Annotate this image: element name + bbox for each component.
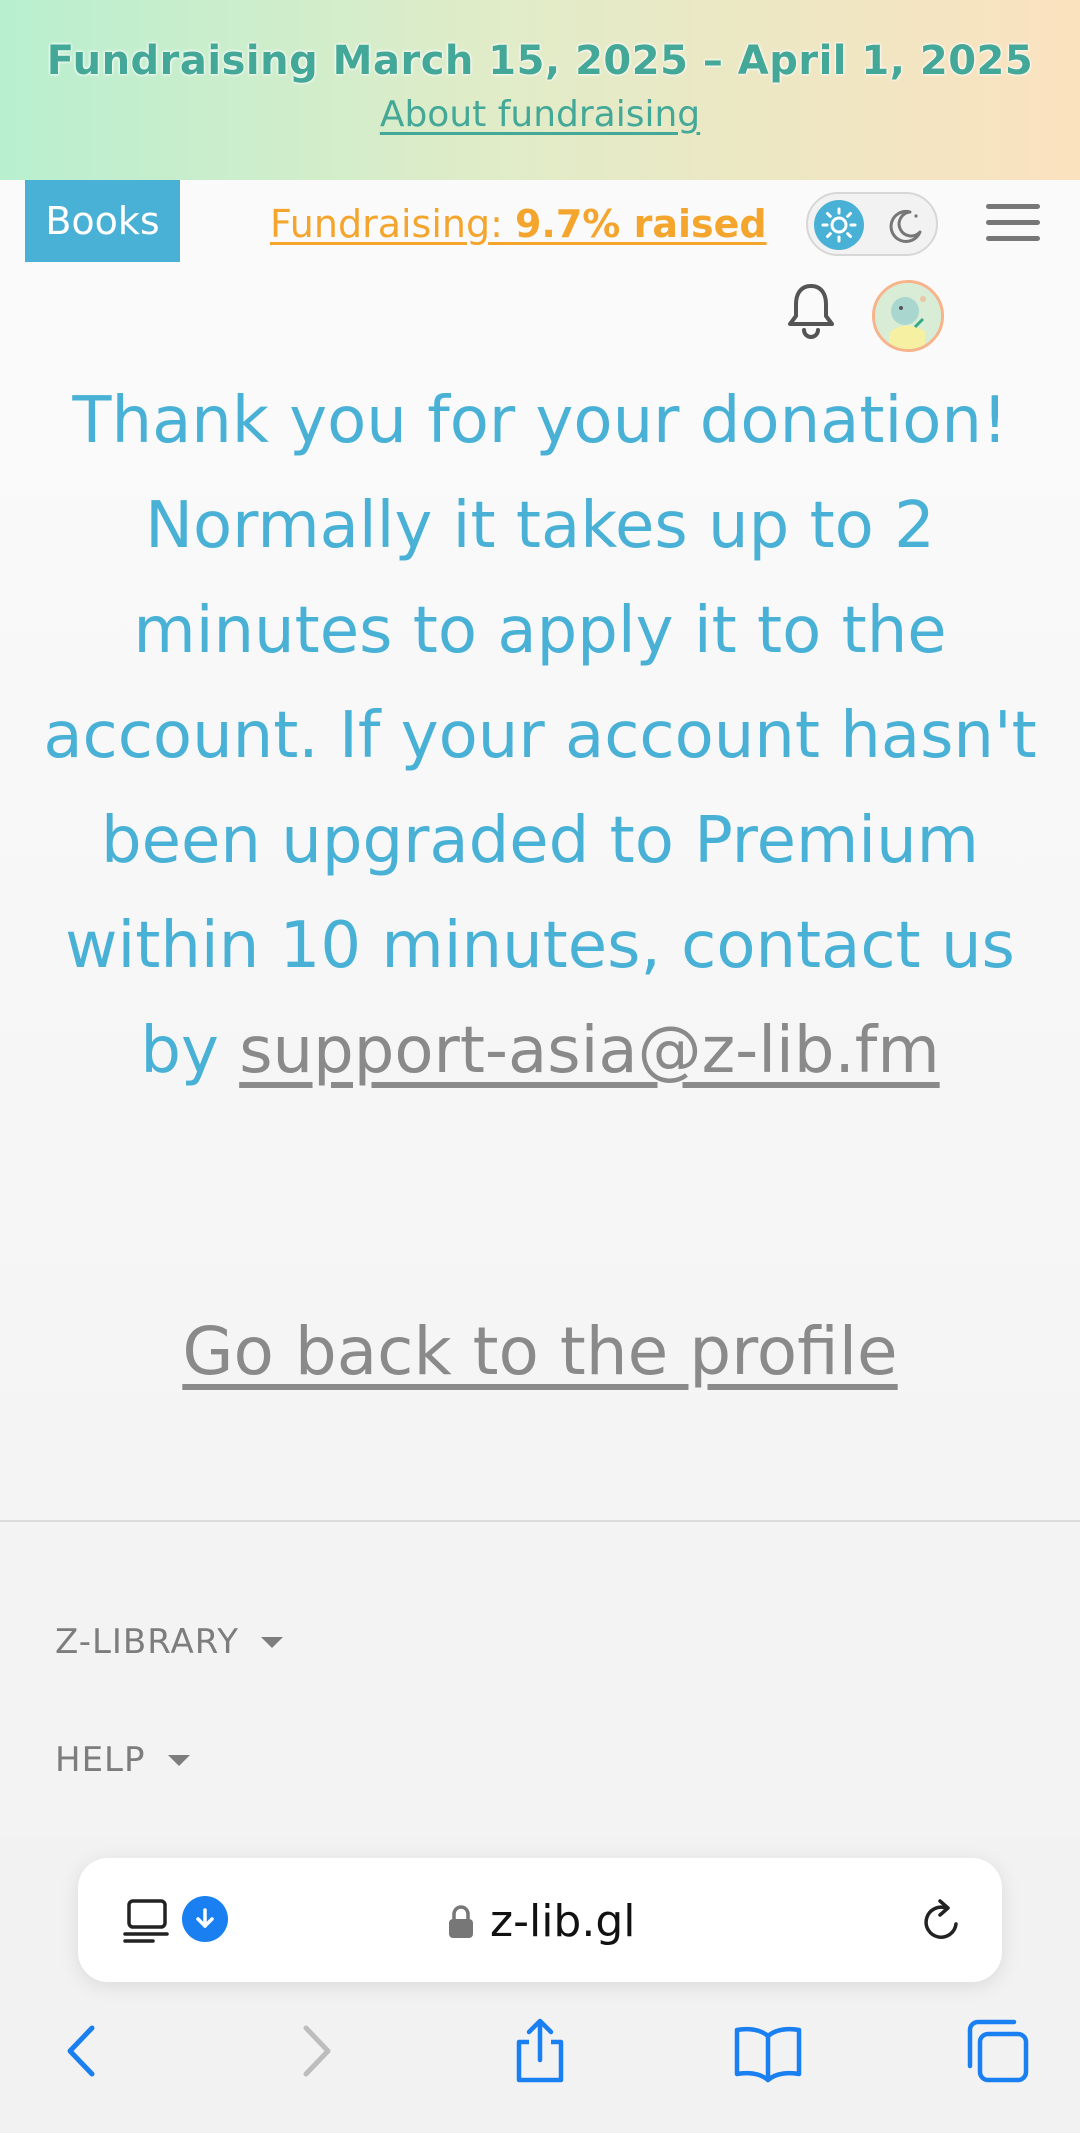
fundraising-progress-link[interactable]: Fundraising: 9.7% raised [270,202,767,246]
footer-item-label: HELP [55,1740,146,1780]
fundraising-prefix: Fundraising: [270,202,515,246]
bell-icon[interactable] [784,280,838,340]
donation-thanks-message: Thank you for your donation! Normally it… [30,369,1050,1104]
moon-icon [889,209,922,243]
browser-chrome: z-lib.gl [0,1836,1080,2133]
bookmarks-icon[interactable] [733,2016,803,2086]
reader-icon[interactable] [123,1898,169,1948]
fundraising-banner-title: Fundraising March 15, 2025 – April 1, 20… [46,38,1034,84]
site-header: Books Fundraising: 9.7% raised [0,180,1080,355]
about-fundraising-link[interactable]: About fundraising [0,94,1080,135]
footer-item-label: Z-LIBRARY [55,1622,239,1662]
address-bar[interactable]: z-lib.gl [78,1858,1002,1982]
caret-down-icon [167,1754,190,1766]
books-tab[interactable]: Books [25,180,180,262]
avatar[interactable] [872,280,944,352]
url-text: z-lib.gl [490,1896,636,1947]
hamburger-menu-icon[interactable] [986,204,1040,244]
back-to-profile-link[interactable]: Go back to the profile [0,1313,1080,1390]
lock-icon [449,1904,473,1938]
fundraising-banner: Fundraising March 15, 2025 – April 1, 20… [0,0,1080,180]
download-icon[interactable] [182,1896,228,1942]
footer-z-library-dropdown[interactable]: Z-LIBRARY [55,1622,283,1662]
share-icon[interactable] [505,2016,575,2086]
reload-icon[interactable] [918,1896,966,1946]
theme-toggle[interactable] [806,192,938,256]
back-icon[interactable] [48,2016,118,2086]
footer-help-dropdown[interactable]: HELP [55,1740,190,1780]
tabs-icon[interactable] [962,2016,1032,2086]
support-email-link[interactable]: support-asia@z-lib.fm [239,1014,939,1088]
site-footer: Z-LIBRARY HELP [0,1520,1080,1838]
caret-down-icon [260,1636,283,1648]
forward-icon[interactable] [280,2016,350,2086]
sun-icon [814,200,864,250]
fundraising-percent: 9.7% raised [514,202,767,246]
url-display[interactable]: z-lib.gl [448,1896,636,1947]
donation-message-text: Thank you for your donation! Normally it… [43,384,1037,1088]
main-content: Thank you for your donation! Normally it… [0,355,1080,1520]
